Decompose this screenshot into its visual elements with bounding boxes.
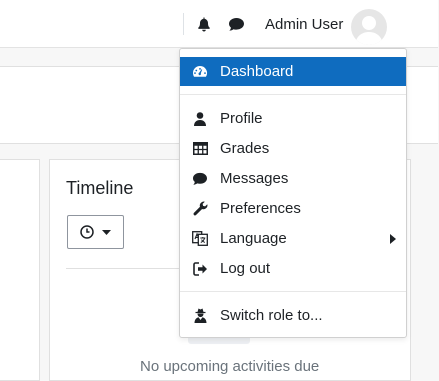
menu-item-log-out[interactable]: Log out [180, 254, 406, 283]
avatar[interactable] [351, 9, 387, 45]
logout-icon [192, 261, 208, 277]
bell-icon[interactable] [194, 14, 214, 34]
menu-item-switch-role[interactable]: Switch role to... [180, 301, 406, 330]
left-block [0, 159, 40, 381]
user-secret-icon [192, 308, 208, 324]
dashboard-icon [192, 64, 208, 80]
menu-item-label: Log out [220, 260, 271, 277]
table-icon [192, 141, 208, 157]
timeline-title: Timeline [66, 178, 134, 198]
menu-item-profile[interactable]: Profile [180, 104, 406, 133]
wrench-icon [192, 201, 208, 217]
menu-item-label: Language [220, 230, 287, 247]
menu-item-label: Dashboard [220, 63, 294, 80]
top-navbar: Admin User [0, 0, 438, 48]
menu-item-label: Switch role to... [220, 307, 323, 324]
user-icon [192, 111, 208, 127]
chat-icon [192, 171, 208, 187]
navbar-divider [183, 13, 184, 35]
menu-divider [180, 291, 406, 292]
menu-item-preferences[interactable]: Preferences [180, 194, 406, 223]
menu-item-label: Messages [220, 170, 289, 187]
menu-item-label: Grades [220, 140, 270, 157]
caret-right-icon [390, 234, 396, 244]
menu-divider [180, 94, 406, 95]
menu-item-language[interactable]: Language [180, 224, 406, 253]
menu-item-label: Profile [220, 110, 263, 127]
user-menu-dropdown: Dashboard Profile Grades Messages Prefer… [179, 48, 407, 338]
caret-down-icon [102, 229, 111, 235]
language-icon [192, 231, 208, 247]
chat-icon[interactable] [226, 14, 246, 34]
menu-item-messages[interactable]: Messages [180, 164, 406, 193]
menu-item-dashboard[interactable]: Dashboard [180, 57, 406, 86]
menu-item-label: Preferences [220, 200, 301, 217]
user-name[interactable]: Admin User [265, 16, 343, 33]
timeline-filter-button[interactable] [67, 215, 124, 249]
clock-icon [80, 225, 94, 239]
menu-item-grades[interactable]: Grades [180, 134, 406, 163]
